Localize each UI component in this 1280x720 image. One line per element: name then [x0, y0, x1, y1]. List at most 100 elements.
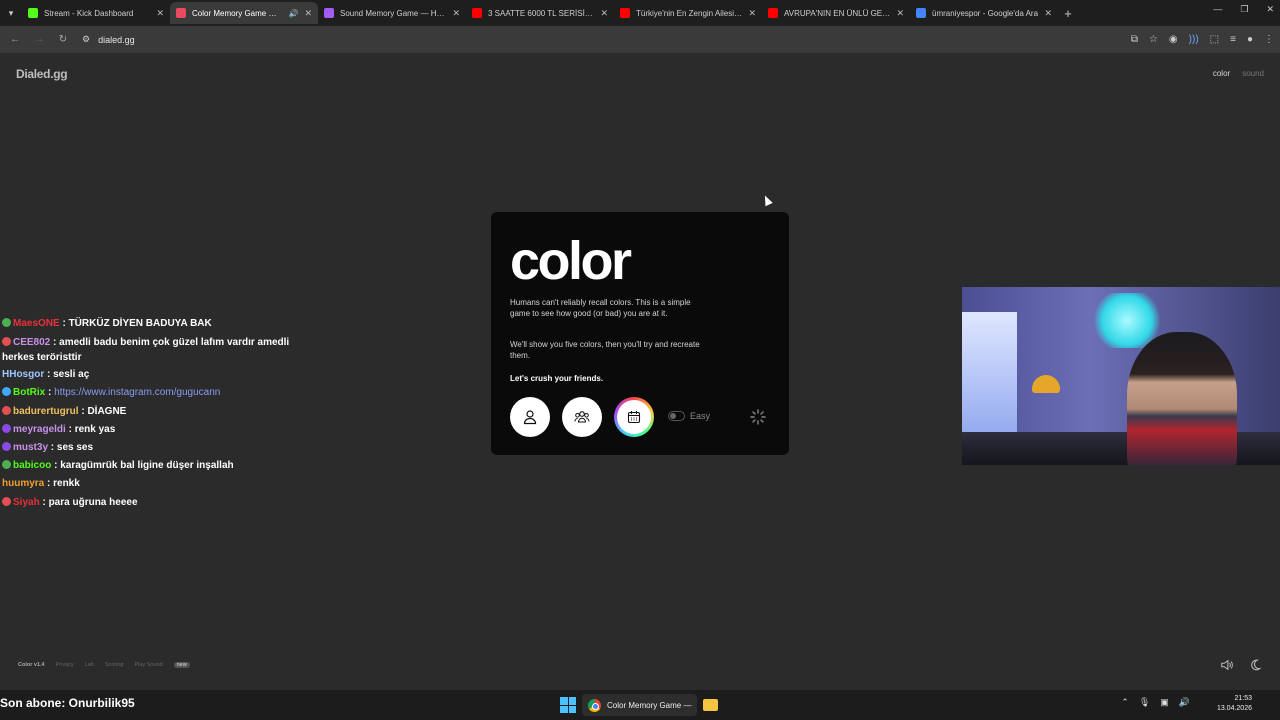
browser-tab[interactable]: Color Memory Game — Ho 🔊 ✕: [170, 2, 318, 24]
extension-audio-icon[interactable]: ))): [1189, 34, 1199, 45]
cta-text: Let's crush your friends.: [510, 374, 604, 383]
chat-text: TÜRKÜZ DİYEN BADUYA BAK: [68, 318, 212, 329]
bookmark-star-icon[interactable]: ☆: [1149, 34, 1158, 45]
install-app-icon[interactable]: ⧉: [1131, 34, 1138, 45]
address-bar[interactable]: ⚙ dialed.gg: [78, 29, 1125, 50]
forward-icon[interactable]: →: [30, 31, 48, 49]
site-info-icon[interactable]: ⚙: [82, 34, 90, 45]
nav-sound-link[interactable]: sound: [1242, 69, 1264, 78]
last-subscriber-overlay: Son abone: Onurbilik95: [0, 696, 135, 710]
chat-badge-icon: [2, 337, 11, 347]
speaker-icon[interactable]: [1220, 658, 1234, 672]
windows-start-icon[interactable]: [560, 697, 576, 713]
profile-avatar-icon[interactable]: ●: [1247, 34, 1253, 45]
system-tray: ⌃ 🎙 ▣ 🔊: [1121, 697, 1190, 708]
chat-badge-icon: [2, 318, 11, 327]
chat-link[interactable]: https://www.instagram.com/gugucann: [54, 387, 220, 398]
clock-date: 13.04.2026: [1216, 705, 1252, 712]
webcam-monitor-glow: [962, 312, 1017, 442]
minimize-icon[interactable]: —: [1213, 4, 1222, 15]
calendar-icon: [627, 411, 641, 424]
chat-username: HHosgor: [2, 369, 45, 381]
person-icon: [523, 410, 537, 425]
tab-close-icon[interactable]: ✕: [748, 8, 756, 19]
tray-chevron-icon[interactable]: ⌃: [1121, 697, 1129, 708]
reload-icon[interactable]: ↻: [54, 31, 72, 49]
footer-link-scoring[interactable]: Scoring: [105, 662, 124, 668]
browser-tab[interactable]: Stream - Kick Dashboard ✕: [22, 2, 170, 24]
taskbar-chrome-window[interactable]: Color Memory Game —: [582, 694, 698, 716]
chat-badge-icon: [2, 460, 11, 470]
browser-tab[interactable]: ümraniyespor - Google'da Ara ✕: [910, 2, 1058, 24]
tab-list: Stream - Kick Dashboard ✕ Color Memory Gam…: [22, 2, 1058, 24]
tab-close-icon[interactable]: ✕: [156, 8, 164, 19]
tab-close-icon[interactable]: ✕: [600, 8, 608, 19]
chat-username: CEE802: [13, 337, 51, 349]
dark-mode-moon-icon[interactable]: [1248, 658, 1262, 672]
tab-favicon-icon: [28, 8, 38, 18]
back-icon[interactable]: ←: [6, 31, 24, 49]
chat-separator: :: [45, 387, 55, 399]
chat-message: Siyah : para uğruna heeee: [0, 494, 300, 512]
daily-button-face: [617, 400, 651, 434]
chat-text: ses ses: [56, 442, 94, 454]
tab-title: Türkiye'nin En Zengin Ailesi: K: [636, 8, 743, 18]
taskbar-clock[interactable]: 21:53 13.04.2026: [1217, 694, 1252, 714]
tab-favicon-icon: [768, 8, 778, 18]
browser-tab[interactable]: 3 SAATTE 6000 TL SERİSİ TARS ✕: [466, 2, 614, 24]
chat-separator: :: [44, 478, 54, 490]
tab-audio-icon[interactable]: 🔊: [288, 9, 298, 18]
browser-tab[interactable]: Türkiye'nin En Zengin Ailesi: K ✕: [614, 2, 762, 24]
footer-link-play-sound[interactable]: Play Sound: [134, 662, 162, 668]
chat-message: badurertugrul : DİAGNE: [0, 403, 300, 421]
tab-close-icon[interactable]: ✕: [1044, 8, 1052, 19]
chat-badge-icon: [2, 496, 11, 506]
network-icon[interactable]: ▣: [1160, 697, 1169, 708]
nav-color-link[interactable]: color: [1213, 69, 1230, 78]
multiplayer-button[interactable]: [562, 397, 602, 437]
difficulty-label: Easy: [690, 411, 711, 421]
microphone-icon[interactable]: 🎙: [1139, 697, 1150, 708]
loading-spinner-icon: [750, 409, 766, 425]
solo-play-button[interactable]: [510, 397, 550, 437]
chat-badge-icon: [2, 442, 11, 452]
tab-close-icon[interactable]: ✕: [896, 8, 904, 19]
tab-title: AVRUPA'NIN EN ÜNLÜ GENELE: [784, 8, 890, 18]
difficulty-toggle[interactable]: Easy: [668, 411, 710, 421]
chat-username: Siyah: [13, 496, 40, 508]
chat-badge-icon: [2, 387, 11, 397]
chat-message: MaesONE : TÜRKÜZ DİYEN BADUYA BAK: [0, 315, 300, 333]
chrome-menu-icon[interactable]: ⋮: [1264, 34, 1274, 45]
chat-username: badurertugrul: [13, 405, 79, 417]
new-tab-button[interactable]: +: [1058, 6, 1078, 21]
daily-challenge-button[interactable]: [614, 397, 654, 437]
browser-tab[interactable]: Sound Memory Game — How ✕: [318, 2, 466, 24]
maximize-icon[interactable]: ❐: [1240, 4, 1248, 15]
chat-message: BotRix : https://www.instagram.com/guguc…: [0, 384, 300, 402]
tab-title: Sound Memory Game — How: [340, 8, 447, 18]
browser-tab[interactable]: AVRUPA'NIN EN ÜNLÜ GENELE ✕: [762, 2, 910, 24]
mode-nav: color sound: [1213, 69, 1264, 78]
extension-gamepad-icon[interactable]: ◉: [1169, 34, 1178, 45]
site-logo[interactable]: Dialed.gg: [16, 67, 68, 81]
chat-username: MaesONE: [13, 318, 60, 329]
toggle-switch[interactable]: [668, 411, 685, 421]
browser-tab-strip: ▾ Stream - Kick Dashboard ✕ Color Memory G…: [0, 0, 1280, 26]
footer-link-privacy[interactable]: Privacy: [56, 662, 74, 668]
game-title: color: [510, 231, 632, 291]
chat-separator: :: [59, 318, 69, 329]
tab-favicon-icon: [176, 8, 186, 18]
close-icon[interactable]: ✕: [1266, 4, 1274, 15]
footer-link-lab[interactable]: Lab: [85, 662, 94, 668]
chat-text: renk yas: [74, 423, 116, 435]
tab-favicon-icon: [916, 8, 926, 18]
tab-search-icon[interactable]: ▾: [0, 2, 22, 24]
file-explorer-icon[interactable]: [703, 699, 719, 711]
instructions-text: We'll show you five colors, then you'll …: [510, 340, 700, 360]
chat-text: karagümrük bal ligine düşer inşallah: [60, 460, 234, 472]
tab-close-icon[interactable]: ✕: [304, 8, 312, 19]
extensions-puzzle-icon[interactable]: ⬚: [1210, 34, 1219, 45]
tab-groups-icon[interactable]: ≡: [1230, 34, 1236, 45]
tab-close-icon[interactable]: ✕: [452, 8, 460, 19]
volume-icon[interactable]: 🔊: [1179, 697, 1190, 708]
